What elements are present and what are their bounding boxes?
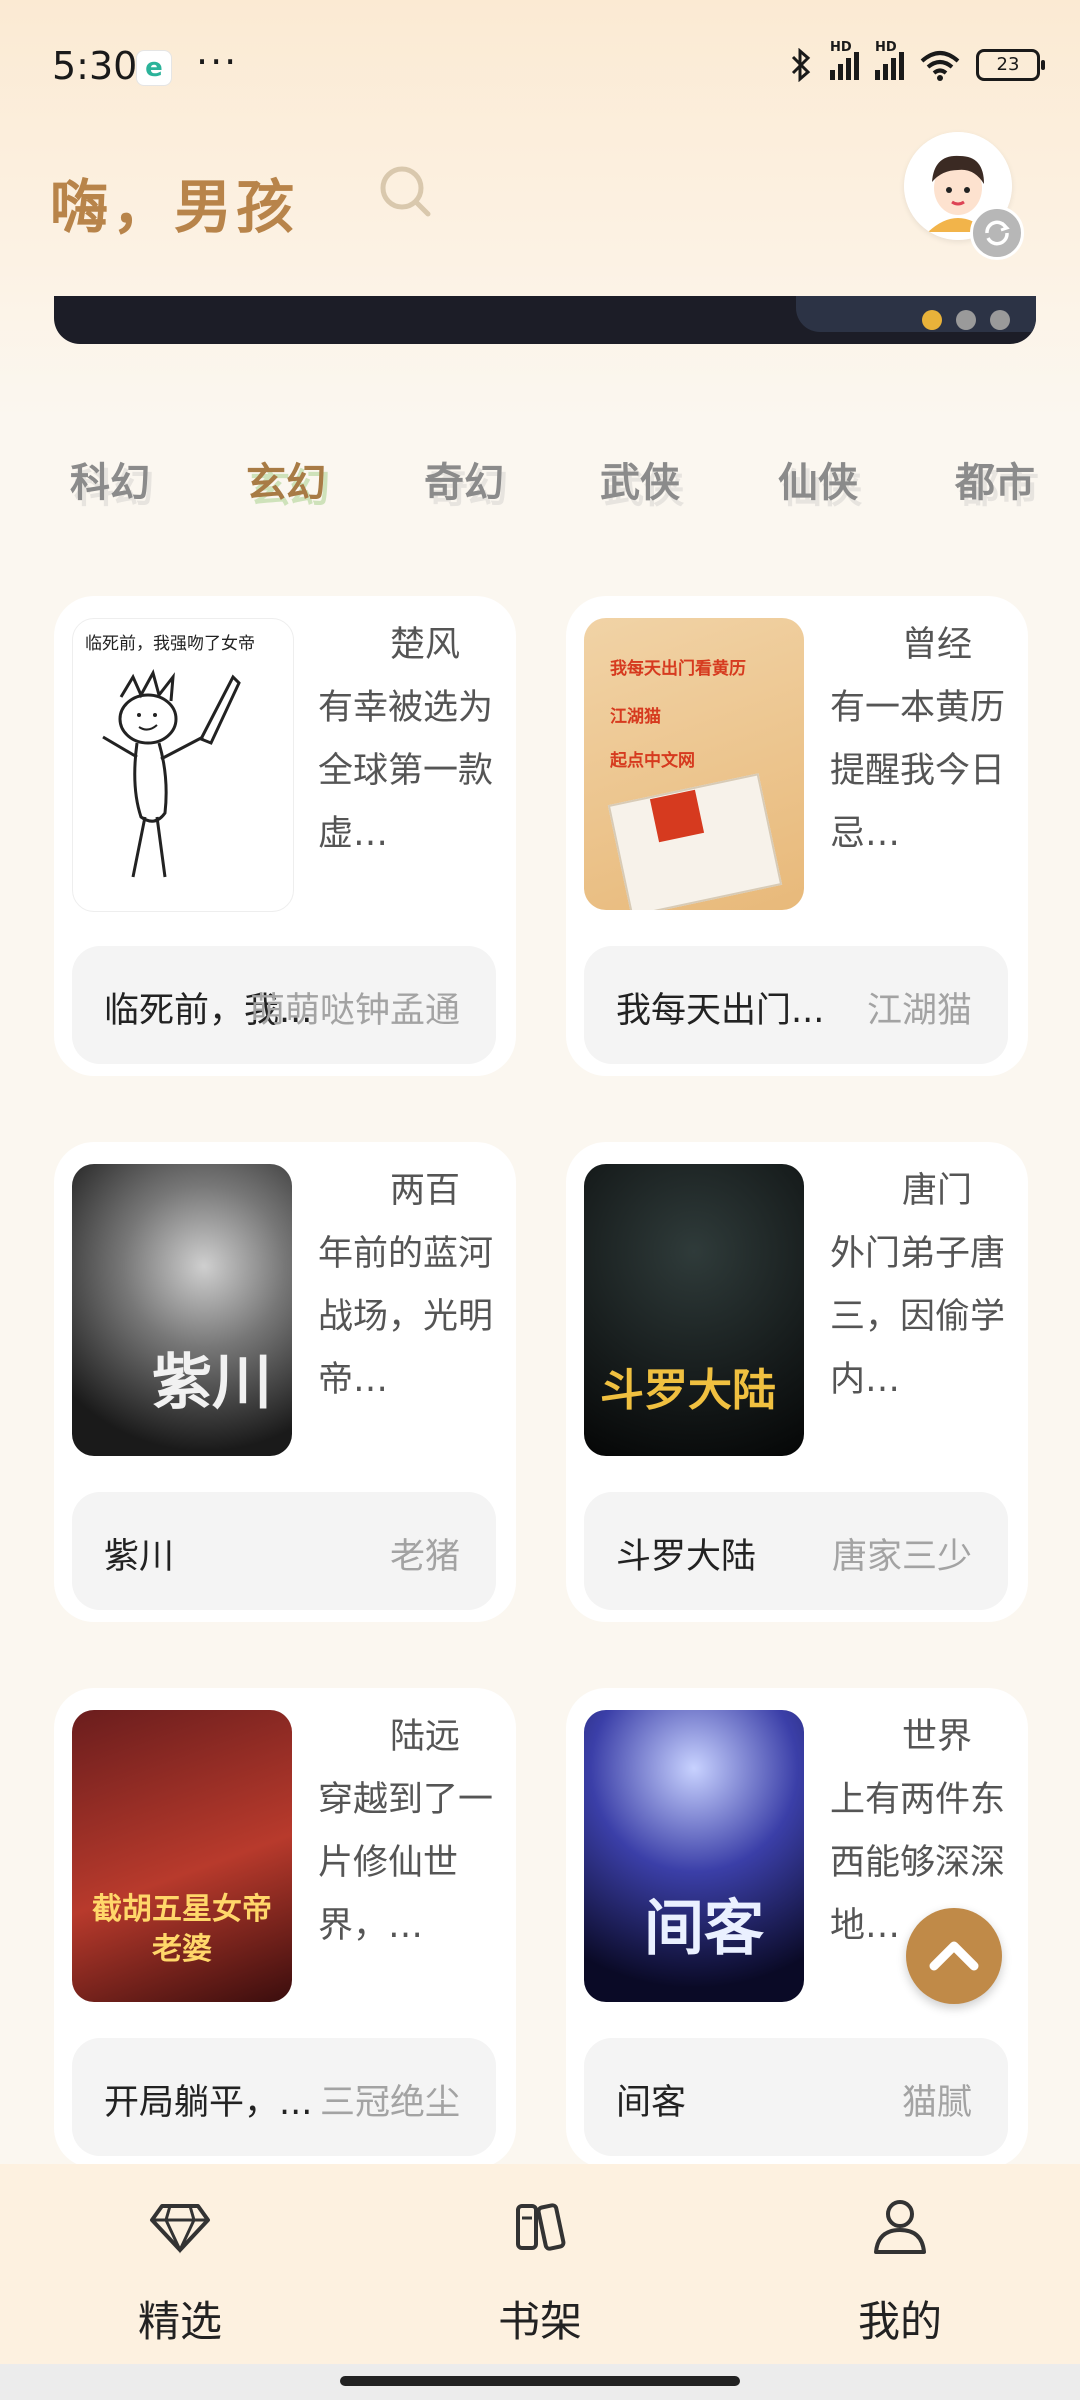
calendar-mark: [649, 789, 705, 843]
status-more-icon: ···: [196, 40, 239, 84]
nav-bookshelf[interactable]: 书架: [440, 2164, 640, 2364]
diamond-icon: [150, 2204, 210, 2254]
bottom-navigation: 精选 书架 我的: [0, 2164, 1080, 2364]
book-author: 猫腻: [901, 2083, 972, 2123]
book-title: 开局躺平，...: [104, 2083, 313, 2123]
scroll-to-top-button[interactable]: [906, 1908, 1002, 2004]
tab-scifi[interactable]: 科幻: [70, 450, 150, 508]
status-time: 5:30: [52, 44, 138, 88]
book-card[interactable]: 临死前，我强吻了女帝 楚风有幸被选为全球第一款虚… 临死前，我... 萌萌哒钟孟…: [54, 596, 516, 1076]
status-bar: 5:30 e ··· HD HD 23: [0, 0, 1080, 140]
book-cover: 临死前，我强吻了女帝: [72, 618, 294, 912]
search-icon[interactable]: [378, 164, 432, 218]
book-title: 间客: [616, 2083, 687, 2123]
bluetooth-icon: [791, 48, 811, 82]
signal-icon-2: HD: [875, 40, 904, 80]
book-cover: 我每天出门看黄历 江湖猫 起点中文网: [584, 618, 804, 910]
tab-wuxia[interactable]: 武侠: [600, 450, 680, 508]
carousel-dot: [922, 310, 942, 330]
home-indicator[interactable]: [0, 2364, 1080, 2400]
book-info-bar: 我每天出门... 江湖猫: [584, 946, 1008, 1064]
book-intro: 曾经有一本黄历提醒我今日忌…: [830, 625, 1006, 854]
tab-urban[interactable]: 都市: [955, 450, 1035, 508]
category-tabs: 科幻 玄幻 奇幻 武侠 仙侠 都市: [0, 450, 1080, 520]
carousel-dot: [990, 310, 1010, 330]
book-cover: 间客: [584, 1710, 804, 2002]
book-card[interactable]: 斗罗大陆 唐门外门弟子唐三，因偷学内… 斗罗大陆 唐家三少: [566, 1142, 1028, 1622]
carousel-indicator: [922, 310, 1010, 330]
tab-fantasy[interactable]: 奇幻: [424, 450, 504, 508]
book-author: 萌萌哒钟孟通: [249, 991, 460, 1031]
refresh-icon: [985, 220, 1010, 246]
person-icon: [874, 2200, 926, 2254]
book-author: 老猪: [389, 1537, 460, 1577]
book-author: 三冠绝尘: [319, 2083, 460, 2123]
book-cover: 紫川: [72, 1164, 292, 1456]
book-intro: 唐门外门弟子唐三，因偷学内…: [830, 1171, 1006, 1400]
tab-xianxia[interactable]: 仙侠: [778, 450, 858, 508]
bookshelf-icon: [516, 2203, 566, 2251]
book-info-bar: 斗罗大陆 唐家三少: [584, 1492, 1008, 1610]
nav-featured[interactable]: 精选: [80, 2164, 280, 2364]
book-cover: 斗罗大陆: [584, 1164, 804, 1456]
book-info-bar: 临死前，我... 萌萌哒钟孟通: [72, 946, 496, 1064]
book-info-bar: 间客 猫腻: [584, 2038, 1008, 2156]
battery-icon: 23: [976, 49, 1045, 81]
book-card[interactable]: 紫川 两百年前的蓝河战场，光明帝… 紫川 老猪: [54, 1142, 516, 1622]
book-card[interactable]: 我每天出门看黄历 江湖猫 起点中文网 曾经有一本黄历提醒我今日忌… 我每天出门.…: [566, 596, 1028, 1076]
chevron-up-icon: [929, 1941, 979, 1971]
book-cover: 截胡五星女帝老婆: [72, 1710, 292, 2002]
book-card[interactable]: 截胡五星女帝老婆 陆远穿越到了一片修仙世界，… 开局躺平，... 三冠绝尘: [54, 1688, 516, 2168]
stick-figure-icon: [102, 669, 241, 878]
book-author: 唐家三少: [831, 1537, 972, 1577]
book-info-bar: 开局躺平，... 三冠绝尘: [72, 2038, 496, 2156]
browser-notification-icon: e: [136, 50, 172, 86]
nav-profile[interactable]: 我的: [800, 2164, 1000, 2364]
book-intro: 两百年前的蓝河战场，光明帝…: [318, 1171, 494, 1400]
book-author: 江湖猫: [866, 991, 972, 1031]
book-intro: 楚风有幸被选为全球第一款虚…: [318, 625, 494, 854]
book-title: 我每天出门...: [616, 991, 825, 1031]
nav-bookshelf-label: 书架: [497, 2297, 582, 2346]
switch-avatar-button[interactable]: [970, 206, 1024, 260]
greeting-title: 嗨，男孩: [50, 173, 299, 241]
nav-profile-label: 我的: [857, 2297, 942, 2346]
nav-featured-label: 精选: [137, 2297, 222, 2346]
book-info-bar: 紫川 老猪: [72, 1492, 496, 1610]
signal-icon: HD: [830, 40, 859, 80]
status-icons: HD HD 23: [788, 40, 1045, 82]
tab-xuanhuan[interactable]: 玄幻: [246, 450, 326, 508]
book-title: 紫川: [104, 1537, 175, 1577]
carousel-dot: [956, 310, 976, 330]
book-title: 斗罗大陆: [616, 1537, 757, 1577]
wifi-icon: [920, 51, 960, 81]
book-intro: 陆远穿越到了一片修仙世界，…: [318, 1717, 494, 1946]
banner-carousel[interactable]: [54, 296, 1036, 344]
